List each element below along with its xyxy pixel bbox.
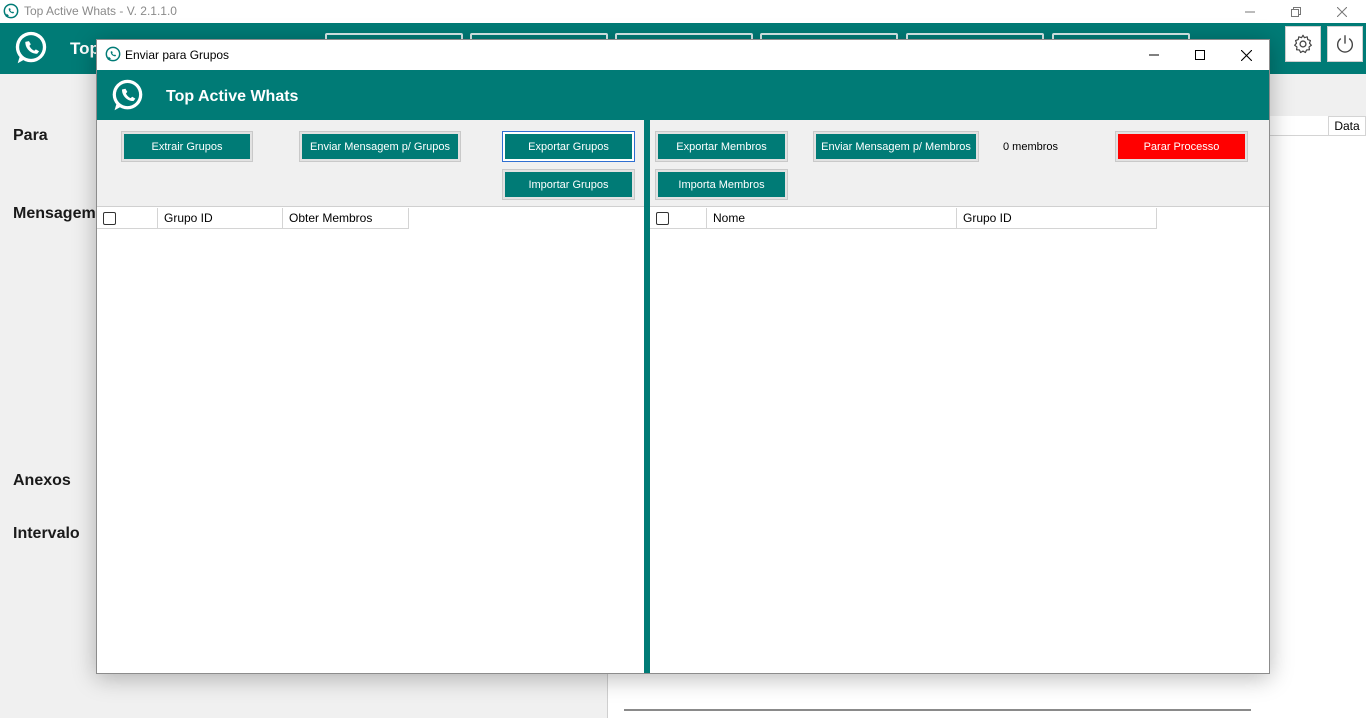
power-button[interactable]	[1327, 26, 1363, 62]
enviar-mensagem-grupos-button[interactable]: Enviar Mensagem p/ Grupos	[299, 131, 461, 162]
maximize-icon	[1195, 50, 1205, 60]
dialog-minimize-button[interactable]	[1131, 40, 1177, 70]
close-icon	[1240, 49, 1252, 61]
grupo-id-column-header[interactable]: Grupo ID	[158, 208, 283, 228]
minimize-icon	[1149, 54, 1159, 56]
restore-icon	[1291, 6, 1301, 17]
dialog-brand: Top Active Whats	[166, 88, 299, 105]
close-button[interactable]	[1319, 0, 1365, 23]
dialog-close-button[interactable]	[1223, 40, 1269, 70]
power-icon	[1336, 35, 1354, 53]
close-icon	[1337, 6, 1347, 17]
dialog-titlebar: Enviar para Grupos	[97, 40, 1269, 70]
exportar-membros-button[interactable]: Exportar Membros	[655, 131, 788, 162]
minimize-icon	[1245, 11, 1255, 12]
whatsapp-logo-icon	[15, 31, 47, 64]
exportar-grupos-button[interactable]: Exportar Grupos	[502, 131, 635, 162]
main-window-title: Top Active Whats - V. 2.1.1.0	[24, 4, 177, 18]
groups-select-all-cell	[97, 208, 158, 228]
dialog-maximize-button[interactable]	[1177, 40, 1223, 70]
members-select-all-cell	[650, 208, 707, 228]
intervalo-label: Intervalo	[13, 525, 80, 542]
para-label: Para	[13, 127, 48, 144]
anexos-label: Anexos	[13, 472, 71, 489]
settings-button[interactable]	[1285, 26, 1321, 62]
gear-icon	[1294, 34, 1312, 54]
importa-membros-button[interactable]: Importa Membros	[655, 169, 788, 200]
enviar-para-grupos-dialog: Enviar para Grupos Top Active Whats Extr…	[96, 39, 1270, 674]
members-grid-header: Nome Grupo ID	[650, 208, 1157, 229]
groups-grid-header: Grupo ID Obter Membros	[97, 208, 409, 229]
members-count-label: 0 membros	[1003, 141, 1059, 153]
enviar-mensagem-membros-button[interactable]: Enviar Mensagem p/ Membros	[813, 131, 979, 162]
members-grupo-id-column-header[interactable]: Grupo ID	[957, 208, 1157, 228]
whatsapp-logo-icon	[112, 79, 143, 111]
horizontal-scrollbar[interactable]	[624, 709, 1251, 711]
members-grid: Nome Grupo ID	[650, 208, 1269, 673]
extrair-grupos-button[interactable]: Extrair Grupos	[121, 131, 253, 162]
obter-membros-column-header[interactable]: Obter Membros	[283, 208, 409, 228]
dialog-title: Enviar para Grupos	[125, 48, 230, 62]
dialog-toolbar: Extrair Grupos Enviar Mensagem p/ Grupos…	[97, 120, 1269, 207]
groups-select-all-checkbox[interactable]	[103, 211, 116, 225]
data-column-header[interactable]: Data	[1328, 116, 1366, 136]
members-select-all-checkbox[interactable]	[656, 211, 669, 225]
groups-grid: Grupo ID Obter Membros	[97, 208, 644, 673]
main-titlebar: Top Active Whats - V. 2.1.1.0	[0, 0, 1366, 23]
whatsapp-icon	[3, 3, 19, 19]
restore-button[interactable]	[1273, 0, 1319, 23]
mensagem-label: Mensagem	[13, 205, 96, 222]
dialog-header: Top Active Whats	[97, 70, 1269, 120]
minimize-button[interactable]	[1227, 0, 1273, 23]
parar-processo-button[interactable]: Parar Processo	[1115, 131, 1248, 162]
whatsapp-icon	[105, 46, 121, 62]
nome-column-header[interactable]: Nome	[707, 208, 957, 228]
importar-grupos-button[interactable]: Importar Grupos	[502, 169, 635, 200]
